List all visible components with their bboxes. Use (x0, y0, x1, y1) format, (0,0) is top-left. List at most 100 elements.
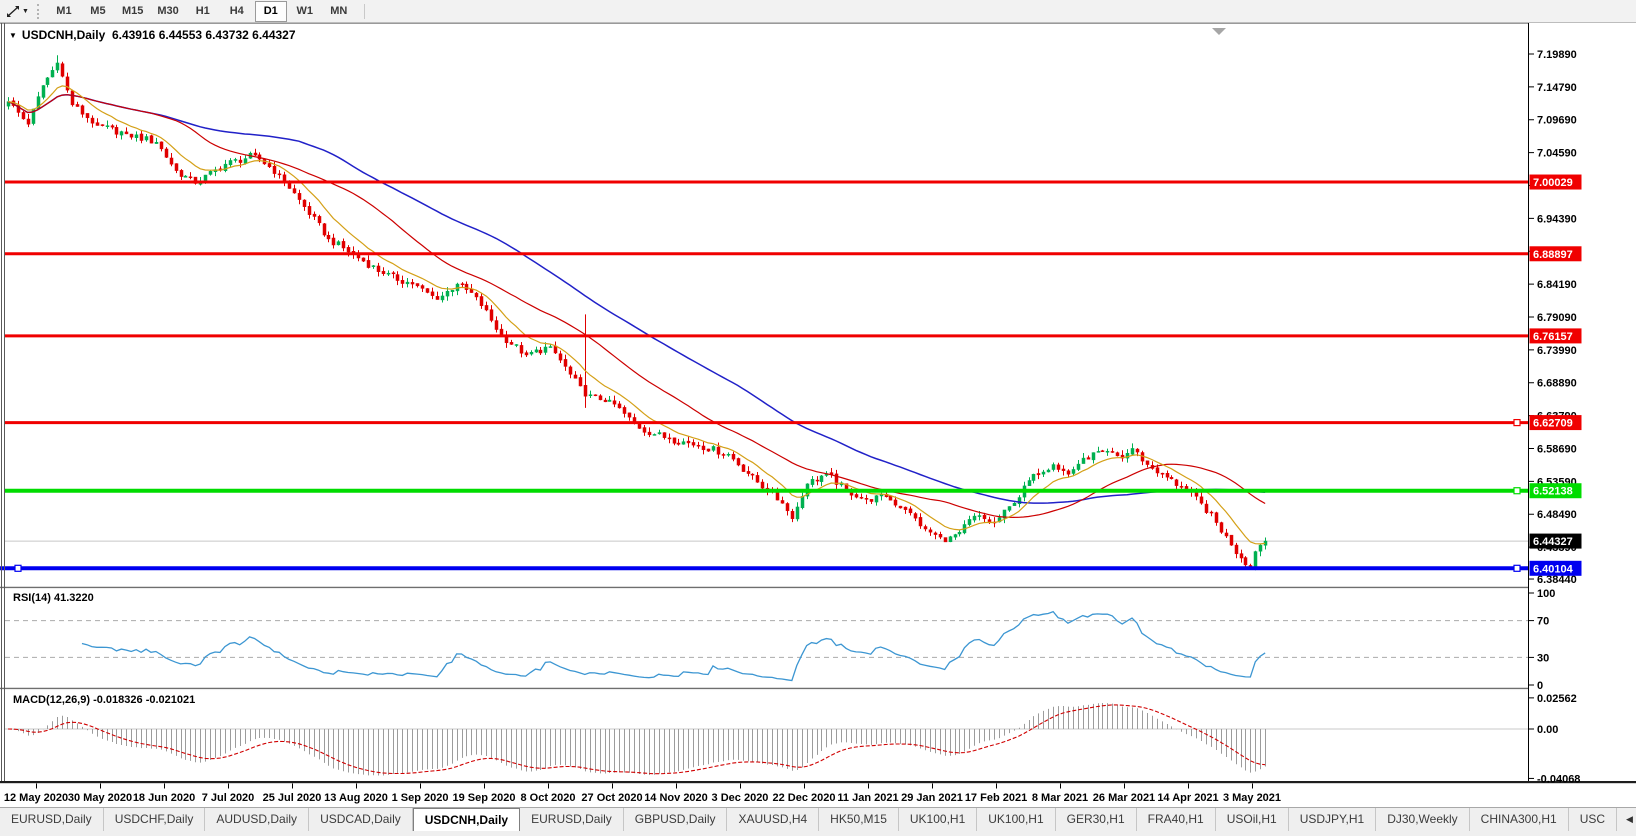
price-tick-label: 7.04590 (1537, 148, 1577, 160)
date-tick-label: 13 Aug 2020 (324, 792, 388, 804)
chart-tab-usc[interactable]: USC (1569, 808, 1618, 831)
price-tick-label: 6.73990 (1537, 345, 1577, 357)
tab-scroll-arrows: ◀ ▶ (1617, 808, 1636, 831)
macd-axis-label: 0.02562 (1537, 693, 1577, 705)
macd-main-value: -0.018326 (93, 694, 143, 706)
macd-axis-label: 0.00 (1537, 724, 1558, 736)
chart-canvas[interactable]: 7.198907.147907.096907.045906.994906.943… (0, 23, 1636, 807)
timeframe-button-mn[interactable]: MN (323, 1, 355, 22)
hline-price-label: 7.00029 (1533, 177, 1573, 189)
date-tick-label: 29 Jan 2021 (901, 792, 963, 804)
date-tick-label: 3 May 2021 (1223, 792, 1281, 804)
chart-tab-eurusd-daily[interactable]: EURUSD,Daily (0, 808, 104, 831)
price-tick-label: 7.14790 (1537, 82, 1577, 94)
quote-high: 6.44553 (158, 28, 203, 42)
hline-price-label: 6.62709 (1533, 418, 1573, 430)
macd-signal-value: -0.021021 (145, 694, 196, 706)
trading-platform-window: ▼ M1 M5 M15 M30 H1 H4 D1 W1 MN ▼ USDCNH,Daily 6.4… (0, 0, 1636, 836)
chart-tab-uk100-h1[interactable]: UK100,H1 (977, 808, 1056, 831)
hline-price-label: 6.88897 (1533, 249, 1573, 261)
timeframe-button-m1[interactable]: M1 (48, 1, 80, 22)
toolbar-separator (363, 3, 365, 19)
chart-tab-usdcnh-daily[interactable]: USDCNH,Daily (412, 808, 521, 831)
chart-tab-audusd-daily[interactable]: AUDUSD,Daily (205, 808, 310, 831)
chart-symbol-label: USDCNH,Daily (21, 28, 106, 42)
date-tick-label: 14 Apr 2021 (1157, 792, 1218, 804)
timeframe-toolbar: ▼ M1 M5 M15 M30 H1 H4 D1 W1 MN (0, 0, 1636, 23)
price-tick-label: 6.68890 (1537, 378, 1577, 390)
hline-right-handle[interactable] (1513, 564, 1521, 572)
timeframe-button-m5[interactable]: M5 (82, 1, 114, 22)
timeframe-button-w1[interactable]: W1 (289, 1, 321, 22)
chart-tab-fra40-h1[interactable]: FRA40,H1 (1137, 808, 1216, 831)
chart-tab-uk100-h1[interactable]: UK100,H1 (899, 808, 978, 831)
current-price-label: 6.44327 (1533, 536, 1573, 548)
macd-name: MACD(12,26,9) (13, 694, 91, 706)
chart-tab-usdcad-daily[interactable]: USDCAD,Daily (309, 808, 413, 831)
date-tick-label: 8 Oct 2020 (520, 792, 575, 804)
hline-left-handle[interactable] (14, 564, 22, 572)
macd-axis-label: -0.04068 (1537, 773, 1580, 785)
quote-open: 6.43916 (111, 28, 156, 42)
collapse-triangle-icon[interactable]: ▼ (9, 31, 17, 40)
rsi-value: 41.3220 (53, 592, 94, 604)
quote-low: 6.43732 (205, 28, 249, 42)
timeframe-button-m15[interactable]: M15 (116, 1, 149, 22)
macd-indicator-label: MACD(12,26,9) -0.018326 -0.021021 (13, 694, 195, 706)
date-tick-label: 12 May 2020 (4, 792, 68, 804)
date-tick-label: 30 May 2020 (68, 792, 132, 804)
date-tick-label: 17 Feb 2021 (965, 792, 1027, 804)
timeframe-buttons: M1 M5 M15 M30 H1 H4 D1 W1 MN (47, 0, 356, 22)
hline-right-handle[interactable] (1513, 487, 1521, 495)
date-tick-label: 3 Dec 2020 (712, 792, 769, 804)
rsi-axis-label: 100 (1537, 588, 1555, 600)
price-axis[interactable]: 7.198907.147907.096907.045906.994906.943… (1528, 23, 1636, 785)
chart-tab-ger30-h1[interactable]: GER30,H1 (1056, 808, 1137, 831)
chart-tab-usoil-h1[interactable]: USOil,H1 (1216, 808, 1289, 831)
date-tick-label: 11 Jan 2021 (837, 792, 898, 804)
timeframe-button-m30[interactable]: M30 (151, 1, 184, 22)
dropdown-caret-icon[interactable]: ▼ (22, 8, 29, 15)
chart-tab-hk50-m15[interactable]: HK50,M15 (819, 808, 899, 831)
chart-tab-usdjpy-h1[interactable]: USDJPY,H1 (1289, 808, 1377, 831)
date-tick-label: 18 Jun 2020 (133, 792, 195, 804)
chart-tab-eurusd-daily[interactable]: EURUSD,Daily (520, 808, 624, 831)
hline-price-label: 6.52138 (1533, 486, 1573, 498)
chart-tab-xauusd-h4[interactable]: XAUUSD,H4 (727, 808, 820, 831)
date-tick-label: 22 Dec 2020 (773, 792, 836, 804)
hline-price-label: 6.76157 (1533, 331, 1573, 343)
date-tick-label: 1 Sep 2020 (392, 792, 449, 804)
window-bottom-strip (0, 831, 1636, 836)
hline-right-handle[interactable] (1513, 418, 1521, 427)
rsi-axis-label: 70 (1537, 616, 1549, 628)
chart-tabs: EURUSD,Daily USDCHF,Daily AUDUSD,Daily USDC… (0, 808, 1618, 831)
chart-title: ▼ USDCNH,Daily 6.43916 6.44553 6.43732 6.… (9, 28, 296, 42)
rsi-indicator-label: RSI(14) 41.3220 (13, 592, 94, 604)
price-tick-label: 6.84190 (1537, 279, 1577, 291)
rsi-axis-label: 0 (1537, 680, 1543, 692)
chart-tab-china300-h1[interactable]: CHINA300,H1 (1470, 808, 1569, 831)
chart-tab-gbpusd-daily[interactable]: GBPUSD,Daily (624, 808, 728, 831)
toolbar-grip[interactable] (36, 3, 39, 19)
timeframe-button-d1[interactable]: D1 (254, 0, 287, 22)
price-tick-label: 6.38440 (1537, 574, 1577, 586)
date-tick-label: 7 Jul 2020 (202, 792, 255, 804)
date-tick-label: 27 Oct 2020 (581, 792, 642, 804)
rsi-axis-label: 30 (1537, 652, 1549, 664)
rsi-name: RSI(14) (13, 592, 51, 604)
chart-tab-usdchf-daily[interactable]: USDCHF,Daily (104, 808, 206, 831)
chart-tab-dj30-weekly[interactable]: DJ30,Weekly (1376, 808, 1470, 831)
price-tick-label: 6.58690 (1537, 443, 1577, 455)
timeframe-button-h4[interactable]: H4 (221, 1, 253, 22)
date-tick-label: 14 Nov 2020 (644, 792, 708, 804)
chart-tab-bar: EURUSD,Daily USDCHF,Daily AUDUSD,Daily USDC… (0, 807, 1636, 831)
tab-scroll-left-icon[interactable]: ◀ (1626, 814, 1633, 825)
price-tick-label: 6.94390 (1537, 213, 1577, 225)
price-tick-label: 7.19890 (1537, 49, 1577, 61)
quote-close: 6.44327 (252, 28, 296, 42)
price-tick-label: 6.79090 (1537, 312, 1577, 324)
price-tick-label: 6.48490 (1537, 509, 1577, 521)
timeframe-button-h1[interactable]: H1 (187, 1, 219, 22)
date-tick-label: 25 Jul 2020 (263, 792, 322, 804)
crosshair-cursor-icon[interactable] (4, 3, 22, 19)
